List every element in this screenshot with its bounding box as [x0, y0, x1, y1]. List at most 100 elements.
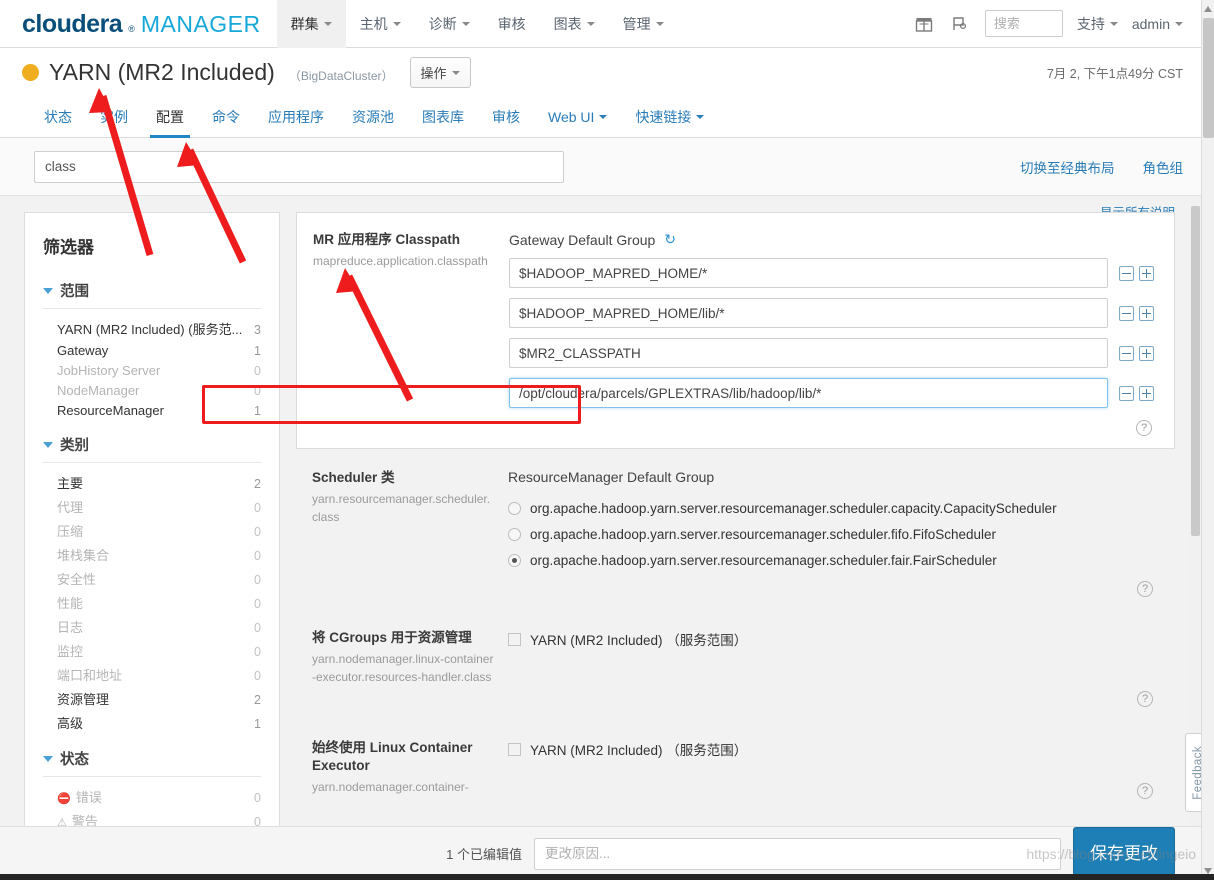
- filter-item-logs[interactable]: 日志 0: [43, 614, 261, 638]
- tab-web-ui[interactable]: Web UI: [534, 97, 621, 137]
- filter-item-label: NodeManager: [57, 382, 140, 398]
- checkbox[interactable]: [508, 742, 521, 756]
- support-flag-icon[interactable]: [949, 13, 971, 35]
- help-icon[interactable]: ?: [1137, 783, 1153, 799]
- config-search-input[interactable]: [34, 150, 564, 183]
- filter-item-label: 压缩: [57, 523, 84, 539]
- tab-audits[interactable]: 审核: [478, 97, 534, 137]
- filter-item-performance[interactable]: 性能 0: [43, 590, 261, 614]
- add-row-button[interactable]: [1139, 305, 1154, 321]
- add-row-button[interactable]: [1139, 385, 1154, 401]
- help-icon[interactable]: ?: [1136, 420, 1152, 436]
- filter-item-advanced[interactable]: 高级 1: [43, 710, 261, 734]
- nav-item-charts[interactable]: 图表: [540, 0, 609, 48]
- switch-to-classic-layout-link[interactable]: 切换至经典布局: [1020, 157, 1115, 177]
- filter-item-stacks-collection[interactable]: 堆栈集合 0: [43, 542, 261, 566]
- tab-commands[interactable]: 命令: [198, 97, 254, 137]
- filter-item-nodemanager[interactable]: NodeManager 0: [43, 380, 261, 400]
- config-display-name: Scheduler 类: [312, 470, 395, 485]
- tab-chart-library[interactable]: 图表库: [408, 97, 478, 137]
- scheduler-option-fifo[interactable]: org.apache.hadoop.yarn.server.resourcema…: [508, 527, 1155, 542]
- config-group-name: Gateway Default Group: [509, 231, 656, 248]
- parcel-icon[interactable]: [913, 13, 935, 35]
- lce-checkbox-row[interactable]: YARN (MR2 Included) （服务范围）: [508, 739, 1155, 759]
- filter-item-ports-and-addresses[interactable]: 端口和地址 0: [43, 662, 261, 686]
- filter-item-resourcemanager[interactable]: ResourceManager 1: [43, 400, 261, 420]
- warning-icon: ⚠: [57, 816, 67, 827]
- filter-item-jobhistory-server[interactable]: JobHistory Server 0: [43, 360, 261, 380]
- content-scrollbar-thumb[interactable]: [1191, 206, 1200, 536]
- config-settings-list: MR 应用程序 Classpath mapreduce.application.…: [296, 212, 1175, 826]
- add-row-button[interactable]: [1139, 265, 1154, 281]
- actions-button[interactable]: 操作: [409, 57, 471, 88]
- help-icon[interactable]: ?: [1137, 581, 1153, 597]
- classpath-input-1[interactable]: [509, 298, 1108, 328]
- tab-resource-pools[interactable]: 资源池: [338, 97, 408, 137]
- scheduler-option-fair[interactable]: org.apache.hadoop.yarn.server.resourcema…: [508, 553, 1155, 568]
- nav-item-administration[interactable]: 管理: [609, 0, 678, 48]
- cgroups-checkbox-row[interactable]: YARN (MR2 Included) （服务范围）: [508, 629, 1155, 649]
- remove-row-button[interactable]: [1119, 305, 1134, 321]
- row-controls: [1119, 265, 1154, 281]
- cluster-name-label: （BigDataCluster）: [288, 68, 394, 83]
- role-groups-link[interactable]: 角色组: [1143, 157, 1184, 177]
- search-input[interactable]: [984, 10, 1063, 37]
- filter-status-list: ⛔ 错误 0 ⚠ 警告 0 已编辑 1 非默认 1: [43, 784, 261, 827]
- nav-item-audits[interactable]: 审核: [484, 0, 540, 48]
- filter-item-gateway[interactable]: Gateway 1: [43, 340, 261, 360]
- save-changes-button[interactable]: 保存更改: [1073, 827, 1175, 876]
- filter-item-count: 0: [254, 524, 261, 539]
- filter-item-count: 0: [254, 620, 261, 635]
- config-value-column: ResourceManager Default Group org.apache…: [508, 469, 1155, 599]
- tab-status[interactable]: 状态: [30, 97, 86, 137]
- nav-item-diagnostics[interactable]: 诊断: [415, 0, 484, 48]
- checkbox[interactable]: [508, 632, 521, 646]
- filter-section-category-header[interactable]: 类别: [43, 434, 261, 463]
- config-group-name: ResourceManager Default Group: [508, 469, 715, 485]
- filter-section-scope-header[interactable]: 范围: [43, 280, 261, 309]
- radio-button[interactable]: [508, 528, 521, 541]
- filter-item-label: JobHistory Server: [57, 362, 161, 378]
- page-scrollbar-thumb[interactable]: [1203, 18, 1214, 138]
- filter-item-compression[interactable]: 压缩 0: [43, 518, 261, 542]
- config-property-name: yarn.nodemanager.container-: [312, 780, 469, 795]
- radio-button[interactable]: [508, 554, 521, 567]
- tab-quick-links[interactable]: 快速链接: [621, 97, 718, 137]
- cloudera-manager-logo[interactable]: cloudera ® MANAGER: [0, 0, 277, 48]
- page-header: YARN (MR2 Included) （BigDataCluster） 操作 …: [0, 48, 1201, 97]
- classpath-input-3[interactable]: [509, 378, 1108, 408]
- filter-item-yarn-service-wide[interactable]: YARN (MR2 Included) (服务范... 3: [43, 316, 261, 340]
- change-reason-input[interactable]: [534, 837, 1061, 870]
- filter-item-main[interactable]: 主要 2: [43, 470, 261, 494]
- top-navigation-bar: cloudera ® MANAGER 群集 主机 诊断 审核 图表 管理 搜索 …: [0, 0, 1201, 48]
- page-scrollbar[interactable]: [1201, 0, 1214, 880]
- remove-row-button[interactable]: [1119, 345, 1134, 361]
- reset-icon[interactable]: ↻: [664, 231, 676, 248]
- remove-row-button[interactable]: [1119, 265, 1134, 281]
- filter-item-resource-management[interactable]: 资源管理 2: [43, 686, 261, 710]
- filter-item-proxy[interactable]: 代理 0: [43, 494, 261, 518]
- classpath-input-2[interactable]: [509, 338, 1108, 368]
- nav-item-hosts[interactable]: 主机: [346, 0, 415, 48]
- tab-instances[interactable]: 实例: [86, 97, 142, 137]
- filter-item-label: 主要: [57, 475, 84, 491]
- radio-button[interactable]: [508, 502, 521, 515]
- filter-section-status-header[interactable]: 状态: [43, 748, 261, 777]
- filter-item-monitoring[interactable]: 监控 0: [43, 638, 261, 662]
- tab-applications[interactable]: 应用程序: [254, 97, 338, 137]
- tab-configuration[interactable]: 配置: [142, 97, 198, 138]
- scheduler-option-capacity[interactable]: org.apache.hadoop.yarn.server.resourcema…: [508, 501, 1155, 516]
- add-row-button[interactable]: [1139, 345, 1154, 361]
- support-menu[interactable]: 支持: [1077, 14, 1118, 34]
- user-menu[interactable]: admin: [1132, 16, 1183, 32]
- config-item-use-cgroups: 将 CGroups 用于资源管理 yarn.nodemanager.linux-…: [296, 623, 1175, 719]
- filter-item-security[interactable]: 安全性 0: [43, 566, 261, 590]
- remove-row-button[interactable]: [1119, 385, 1134, 401]
- nav-item-clusters[interactable]: 群集: [276, 0, 346, 48]
- scroll-up-arrow-icon[interactable]: [1204, 6, 1212, 12]
- help-icon[interactable]: ?: [1137, 691, 1153, 707]
- classpath-input-0[interactable]: [509, 258, 1108, 288]
- filter-item-warnings[interactable]: ⚠ 警告 0: [43, 808, 261, 827]
- content-scrollbar[interactable]: [1190, 196, 1201, 826]
- filter-item-errors[interactable]: ⛔ 错误 0: [43, 784, 261, 808]
